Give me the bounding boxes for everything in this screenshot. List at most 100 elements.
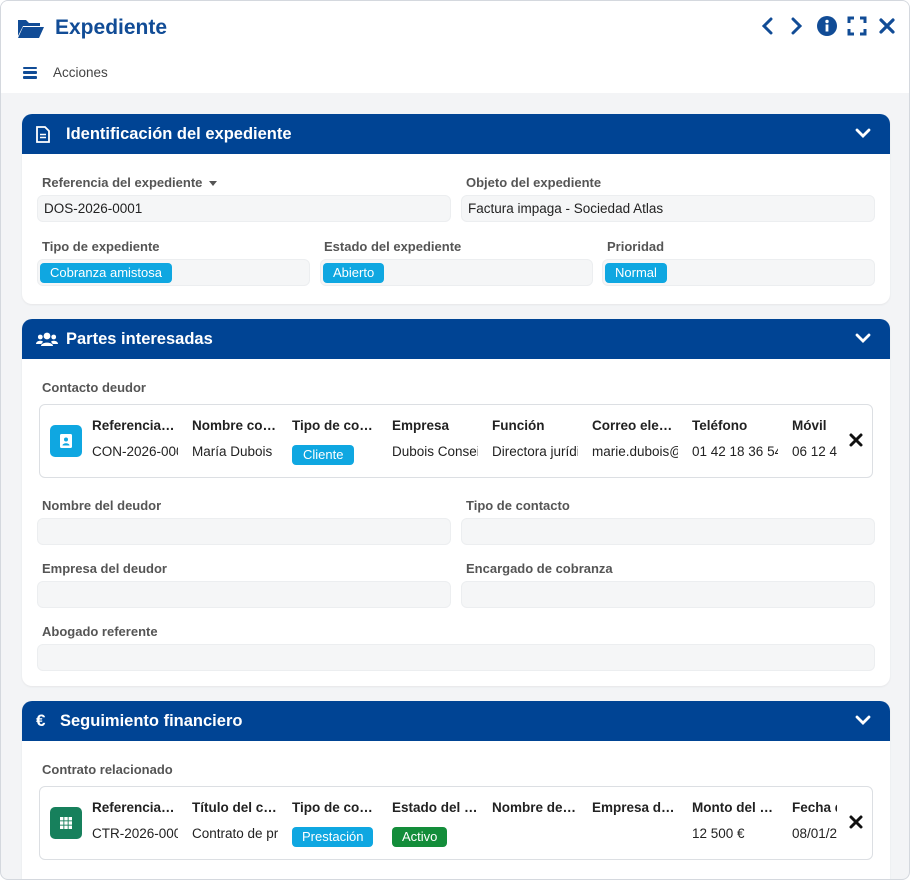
window-controls	[757, 15, 897, 37]
contrato-label: Contrato relacionado	[42, 762, 173, 777]
objeto-value: Factura impaga - Sociedad Atlas	[468, 201, 664, 216]
contacto-deudor-label: Contacto deudor	[42, 380, 146, 395]
panel-identificacion: Identificación del expediente Referencia…	[22, 114, 890, 304]
contact-col: Empresa Dubois Conseil	[392, 405, 492, 479]
users-icon	[36, 331, 58, 347]
contact-col: Nombre completo María Dubois	[192, 405, 292, 479]
empresa-deudor-field[interactable]	[37, 581, 451, 608]
contract-col: Tipo de contrato Prestación	[292, 787, 392, 861]
encargado-label: Encargado de cobranza	[466, 561, 613, 576]
cell-value: marie.dubois@dubois.fr	[592, 444, 678, 459]
chevron-down-icon[interactable]	[854, 126, 872, 140]
column-header: Empresa	[392, 418, 450, 433]
cell-value: Directora jurídica	[492, 444, 578, 459]
info-icon[interactable]	[817, 15, 837, 37]
menu-icon[interactable]	[23, 66, 37, 79]
contact-col: Teléfono 01 42 18 36 54	[692, 405, 792, 479]
column-header: Monto del contrato	[692, 800, 778, 815]
contract-col: Nombre del cliente	[492, 787, 592, 861]
tipo-contrato-chip: Prestación	[292, 827, 374, 847]
cell-value: CTR-2026-0001	[92, 826, 178, 841]
page-title: Expediente	[55, 16, 168, 39]
caret-down-icon[interactable]	[209, 181, 218, 187]
prioridad-field[interactable]: Normal	[602, 259, 875, 286]
cell-value: Dubois Conseil	[392, 444, 478, 459]
column-header: Correo electrónico	[592, 418, 678, 433]
remove-contact-icon[interactable]	[848, 432, 864, 448]
contact-col: Correo electrónico marie.dubois@dubois.fr	[592, 405, 692, 479]
panel-partes: Partes interesadas Contacto deudor Refer…	[22, 319, 890, 686]
window-header: Expediente Acciones	[1, 1, 909, 93]
ref-expediente-label[interactable]: Referencia del expediente	[42, 175, 218, 190]
expediente-window: Expediente Acciones Identificación del e…	[0, 0, 910, 880]
ref-expediente-field[interactable]: DOS-2026-0001	[37, 195, 451, 222]
column-header: Título del contrato	[192, 800, 278, 815]
panel-partes-title: Partes interesadas	[66, 329, 213, 348]
column-header: Fecha de inicio	[792, 800, 837, 815]
contract-card-columns: Referencia del contrato CTR-2026-0001 Tít…	[92, 787, 837, 861]
cell-value: CON-2026-0001	[92, 444, 178, 459]
column-header: Nombre completo	[192, 418, 278, 433]
column-header: Empresa del cliente	[592, 800, 678, 815]
contract-card[interactable]: Referencia del contrato CTR-2026-0001 Tít…	[39, 786, 873, 860]
contact-col: Función Directora jurídica	[492, 405, 592, 479]
folder-open-icon	[18, 20, 44, 38]
expand-icon[interactable]	[847, 15, 867, 37]
contract-col: Referencia del contrato CTR-2026-0001	[92, 787, 192, 861]
contact-col: Móvil 06 12 45 78 90	[792, 405, 837, 479]
nombre-deudor-field[interactable]	[37, 518, 451, 545]
contract-col: Estado del contrato Activo	[392, 787, 492, 861]
chevron-down-icon[interactable]	[854, 713, 872, 727]
panel-financiero: € Seguimiento financiero Contrato relaci…	[22, 701, 890, 879]
estado-expediente-label: Estado del expediente	[324, 239, 462, 254]
actions-menu[interactable]: Acciones	[23, 65, 108, 80]
empresa-deudor-label: Empresa del deudor	[42, 561, 167, 576]
close-icon[interactable]	[877, 15, 897, 37]
actions-label[interactable]: Acciones	[53, 65, 108, 80]
column-header: Nombre del cliente	[492, 800, 578, 815]
panel-partes-header[interactable]: Partes interesadas	[22, 319, 890, 359]
chevron-down-icon[interactable]	[854, 331, 872, 345]
chevron-right-icon[interactable]	[787, 15, 807, 37]
column-header: Estado del contrato	[392, 800, 478, 815]
prioridad-label: Prioridad	[607, 239, 665, 254]
encargado-field[interactable]	[461, 581, 875, 608]
panel-financiero-title: Seguimiento financiero	[60, 711, 243, 730]
tipo-expediente-field[interactable]: Cobranza amistosa	[37, 259, 310, 286]
contact-col: Tipo de contacto Cliente	[292, 405, 392, 479]
tipo-contacto-label: Tipo de contacto	[466, 498, 570, 513]
contract-col: Fecha de inicio 08/01/2026	[792, 787, 837, 861]
cell-value: María Dubois	[192, 444, 273, 459]
cell-value: 08/01/2026	[792, 826, 837, 841]
column-header: Referencia del contacto	[92, 418, 178, 433]
objeto-label: Objeto del expediente	[466, 175, 602, 190]
cell-value: 06 12 45 78 90	[792, 444, 837, 459]
abogado-label: Abogado referente	[42, 624, 158, 639]
panel-identificacion-header[interactable]: Identificación del expediente	[22, 114, 890, 154]
contact-col: Referencia del contacto CON-2026-0001	[92, 405, 192, 479]
file-icon	[36, 125, 58, 143]
chevron-left-icon[interactable]	[757, 15, 777, 37]
tipo-expediente-label: Tipo de expediente	[42, 239, 160, 254]
tipo-contacto-field[interactable]	[461, 518, 875, 545]
nombre-deudor-label: Nombre del deudor	[42, 498, 162, 513]
remove-contract-icon[interactable]	[848, 814, 864, 830]
ref-expediente-value: DOS-2026-0001	[44, 201, 143, 216]
estado-contrato-chip: Activo	[392, 827, 448, 847]
column-header: Móvil	[792, 418, 827, 433]
contact-card[interactable]: Referencia del contacto CON-2026-0001 Nom…	[39, 404, 873, 478]
estado-expediente-chip: Abierto	[323, 262, 385, 283]
contract-col: Monto del contrato 12 500 €	[692, 787, 792, 861]
contract-col: Título del contrato Contrato de prestació…	[192, 787, 292, 861]
column-header: Tipo de contrato	[292, 800, 378, 815]
panel-financiero-header[interactable]: € Seguimiento financiero	[22, 701, 890, 741]
column-header: Tipo de contacto	[292, 418, 378, 433]
cell-value: 12 500 €	[692, 826, 745, 841]
objeto-field[interactable]: Factura impaga - Sociedad Atlas	[461, 195, 875, 222]
estado-expediente-field[interactable]: Abierto	[320, 259, 593, 286]
cell-value: 01 42 18 36 54	[692, 444, 778, 459]
abogado-field[interactable]	[37, 644, 875, 671]
column-header: Función	[492, 418, 545, 433]
column-header: Teléfono	[692, 418, 748, 433]
tipo-expediente-chip: Cobranza amistosa	[40, 262, 172, 283]
